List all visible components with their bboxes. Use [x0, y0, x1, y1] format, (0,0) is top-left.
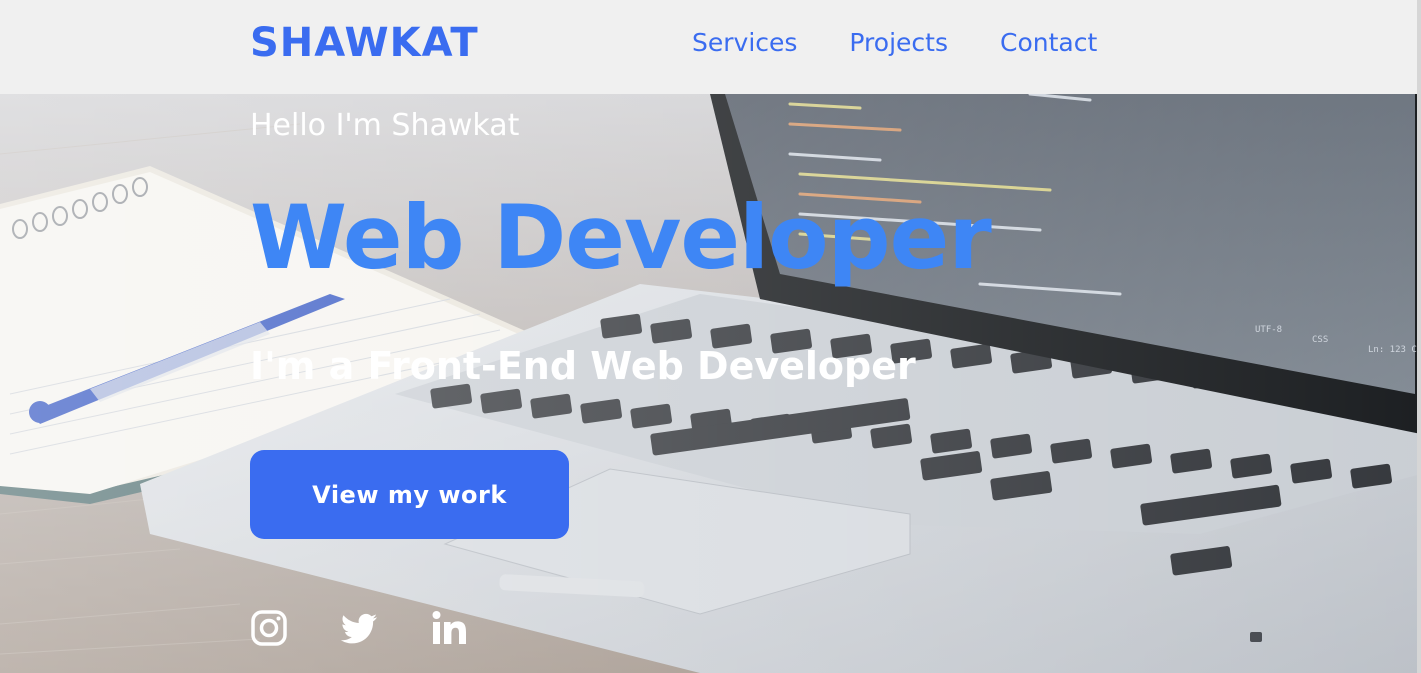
nav-link-services[interactable]: Services [692, 28, 797, 57]
scrollbar-track[interactable] [1417, 0, 1421, 673]
nav-link-contact[interactable]: Contact [1000, 28, 1097, 57]
hero-title: Web Developer [250, 186, 992, 289]
main-nav: Services Projects Contact [692, 28, 1097, 57]
nav-link-projects[interactable]: Projects [849, 28, 948, 57]
site-logo[interactable]: SHAWKAT [250, 20, 479, 66]
linkedin-icon[interactable] [430, 609, 468, 647]
twitter-icon[interactable] [340, 609, 378, 647]
hero-greeting: Hello I'm Shawkat [250, 108, 520, 143]
site-header: SHAWKAT Services Projects Contact [0, 0, 1421, 94]
instagram-icon[interactable] [250, 609, 288, 647]
view-my-work-button[interactable]: View my work [250, 450, 569, 539]
hero-subtitle: I'm a Front-End Web Developer [250, 344, 916, 388]
social-links [250, 609, 468, 647]
